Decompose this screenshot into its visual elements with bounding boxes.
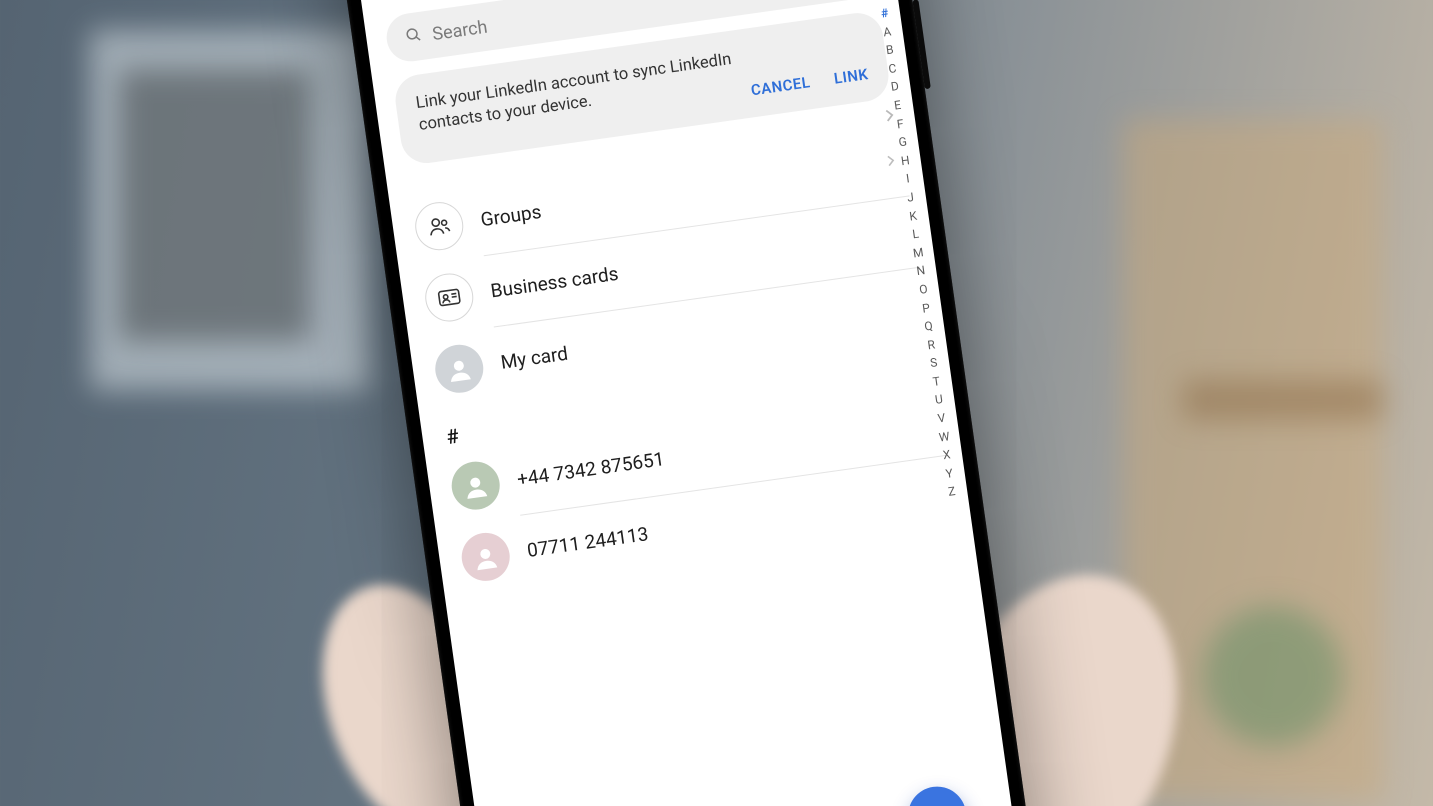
index-letter[interactable]: U <box>934 390 944 409</box>
power-button <box>912 0 930 89</box>
search-placeholder: Search <box>431 16 489 44</box>
index-letter[interactable]: F <box>896 114 905 133</box>
index-letter[interactable]: X <box>942 446 952 465</box>
index-letter[interactable]: T <box>932 372 942 391</box>
groups-label: Groups <box>479 200 543 231</box>
banner-text: Link your LinkedIn account to sync Linke… <box>415 42 788 138</box>
index-letter[interactable]: H <box>900 151 911 171</box>
index-letter[interactable]: # <box>880 4 890 23</box>
index-letter[interactable]: E <box>893 96 902 115</box>
index-letter[interactable]: W <box>938 427 951 447</box>
index-letter[interactable]: A <box>882 22 892 42</box>
search-icon <box>403 24 424 49</box>
avatar-placeholder-icon <box>449 458 503 512</box>
index-letter[interactable]: B <box>885 41 895 60</box>
index-letter[interactable]: I <box>905 170 911 189</box>
index-letter[interactable]: Q <box>923 317 934 337</box>
index-letter[interactable]: C <box>887 59 897 79</box>
index-letter[interactable]: V <box>936 409 946 428</box>
index-letter[interactable]: K <box>908 206 918 225</box>
chevron-right-icon <box>881 151 900 173</box>
index-letter[interactable]: L <box>911 225 920 244</box>
index-letter[interactable]: D <box>890 77 900 97</box>
index-letter[interactable]: M <box>912 243 925 263</box>
index-letter[interactable]: O <box>918 280 929 300</box>
index-letter[interactable]: N <box>915 261 926 281</box>
contact-name: 07711 244113 <box>526 522 650 562</box>
index-letter[interactable]: Z <box>947 482 957 501</box>
avatar-placeholder-icon <box>432 341 486 395</box>
index-letter[interactable]: S <box>929 354 939 373</box>
my-card-label: My card <box>499 342 569 374</box>
add-contact-fab[interactable] <box>904 783 970 806</box>
index-letter[interactable]: Y <box>944 464 954 483</box>
link-button[interactable]: LINK <box>833 64 870 89</box>
people-icon <box>412 199 466 253</box>
screen: 4G B <box>346 0 1019 806</box>
index-letter[interactable]: P <box>921 298 931 317</box>
index-letter[interactable]: G <box>897 133 908 153</box>
contact-name: +44 7342 875651 <box>516 447 666 490</box>
avatar-placeholder-icon <box>459 529 513 583</box>
card-icon <box>422 270 476 324</box>
index-letter[interactable]: J <box>906 188 915 207</box>
business-cards-label: Business cards <box>489 262 620 303</box>
index-letter[interactable]: R <box>926 335 936 354</box>
